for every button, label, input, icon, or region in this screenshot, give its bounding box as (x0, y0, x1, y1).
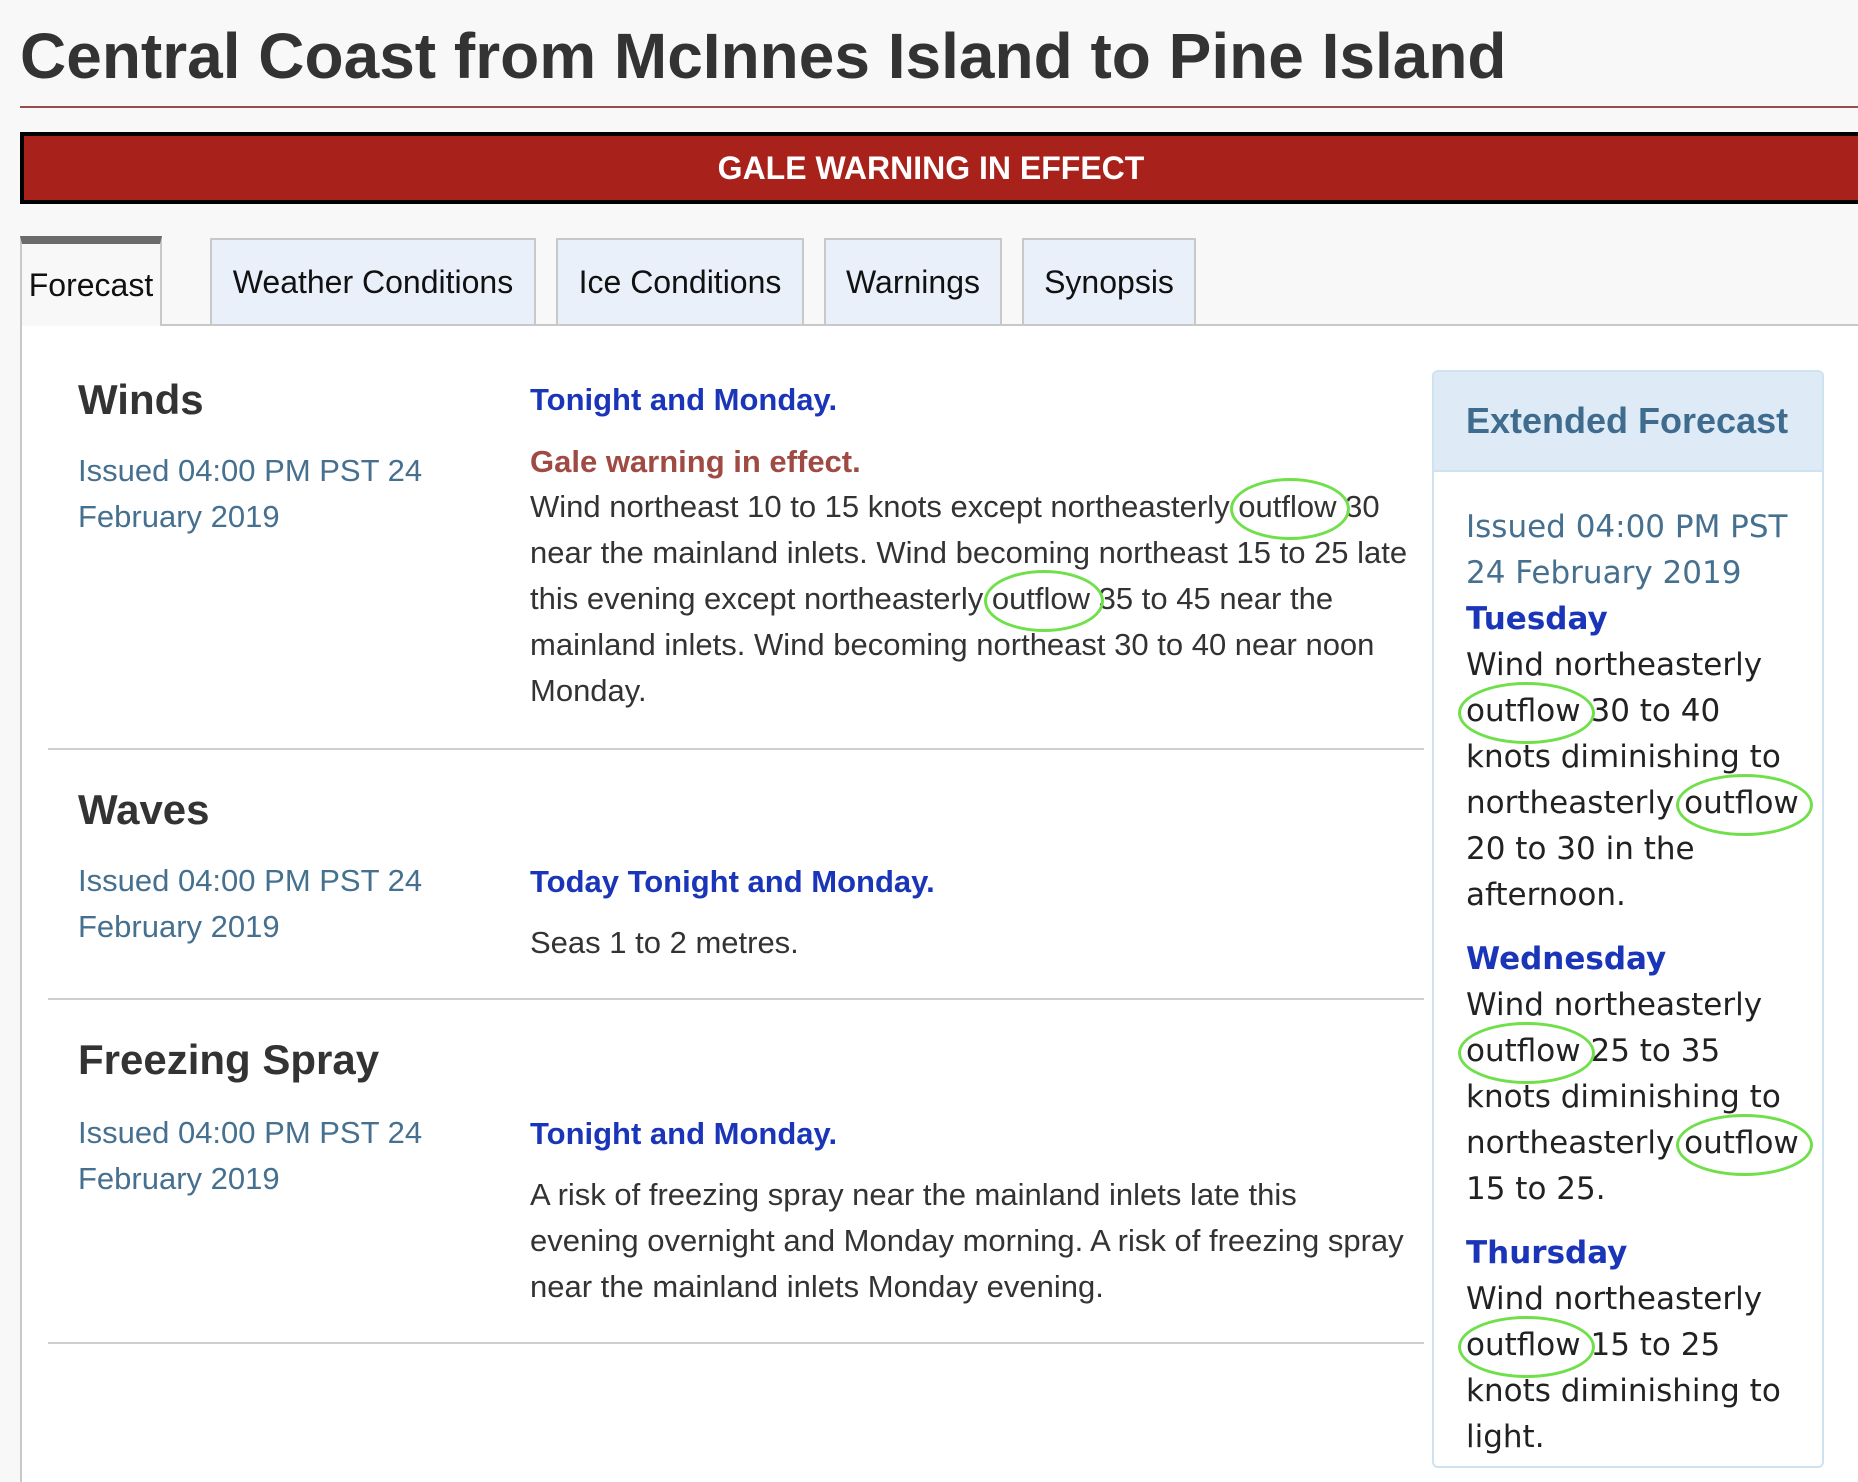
outflow-highlight: outflow (1230, 478, 1351, 540)
day-label: Thursday (1466, 1235, 1628, 1271)
freezing-spray-heading: Freezing Spray (78, 1036, 380, 1083)
extended-forecast-panel: Extended Forecast Issued 04:00 PM PST 24… (1432, 370, 1824, 1468)
waves-text: Seas 1 to 2 metres. (530, 925, 799, 960)
tab-weather-conditions[interactable]: Weather Conditions (210, 238, 536, 324)
winds-alert: Gale warning in effect. (530, 444, 861, 479)
day-label: Tuesday (1466, 601, 1608, 637)
tab-label: Weather Conditions (232, 263, 514, 300)
outflow-highlight: outflow (1458, 1022, 1595, 1084)
outflow-highlight: outflow (1676, 774, 1813, 836)
tab-bar: Forecast Weather Conditions Ice Conditio… (20, 236, 1858, 326)
outflow-highlight: outflow (983, 570, 1105, 632)
outflow-highlight: outflow (1458, 1316, 1595, 1378)
day-label: Wednesday (1466, 941, 1667, 977)
tab-synopsis[interactable]: Synopsis (1022, 238, 1196, 324)
section-divider (48, 748, 1424, 750)
section-divider (48, 1342, 1424, 1344)
page-title: Central Coast from McInnes Island to Pin… (20, 20, 1507, 92)
tab-label: Warnings (846, 263, 980, 300)
day-text: Wind northeasterly outflow 30 to 40 knot… (1458, 647, 1813, 913)
freezing-spray-text: A risk of freezing spray near the mainla… (530, 1177, 1404, 1304)
freezing-spray-period: Tonight and Monday. (530, 1116, 838, 1151)
tab-forecast[interactable]: Forecast (20, 236, 162, 326)
day-text: Wind northeasterly outflow 15 to 25 knot… (1458, 1281, 1781, 1455)
outflow-highlight: outflow (1458, 682, 1595, 744)
waves-issued: Issued 04:00 PM PST 24 February 2019 (78, 863, 423, 944)
tab-label: Ice Conditions (578, 263, 782, 300)
winds-heading: Winds (78, 376, 204, 423)
extended-day-tuesday: Tuesday Wind northeasterly outflow 30 to… (1458, 596, 1813, 918)
outflow-highlight: outflow (1676, 1114, 1813, 1176)
tab-label: Synopsis (1044, 263, 1174, 300)
gale-warning-banner[interactable]: GALE WARNING IN EFFECT (20, 132, 1858, 204)
extended-forecast-title: Extended Forecast (1434, 372, 1822, 472)
day-text: Wind northeasterly outflow 25 to 35 knot… (1458, 987, 1813, 1207)
winds-text: Wind northeast 10 to 15 knots except nor… (530, 478, 1410, 714)
section-divider (48, 998, 1424, 1000)
winds-issued: Issued 04:00 PM PST 24 February 2019 (78, 453, 423, 534)
tab-ice-conditions[interactable]: Ice Conditions (556, 238, 804, 324)
gale-warning-text: GALE WARNING IN EFFECT (717, 149, 1145, 186)
waves-period: Today Tonight and Monday. (530, 864, 935, 899)
extended-day-wednesday: Wednesday Wind northeasterly outflow 25 … (1458, 936, 1813, 1212)
freezing-spray-issued: Issued 04:00 PM PST 24 February 2019 (78, 1115, 423, 1196)
waves-heading: Waves (78, 786, 210, 833)
winds-period: Tonight and Monday. (530, 382, 838, 417)
extended-forecast-body: Issued 04:00 PM PST 24 February 2019 Tue… (1434, 472, 1822, 1460)
title-divider (20, 106, 1858, 108)
extended-issued: Issued 04:00 PM PST 24 February 2019 (1466, 509, 1788, 591)
tab-warnings[interactable]: Warnings (824, 238, 1002, 324)
tab-label: Forecast (28, 266, 154, 303)
extended-day-thursday: Thursday Wind northeasterly outflow 15 t… (1458, 1230, 1802, 1460)
